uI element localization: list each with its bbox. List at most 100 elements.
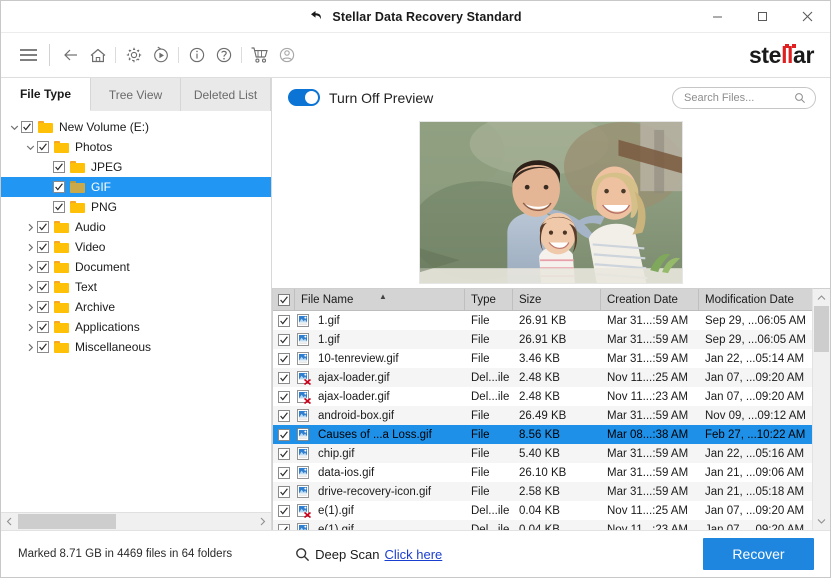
table-row[interactable]: 1.gifFile26.91 KBMar 31...:59 AMSep 29, … — [273, 311, 812, 330]
tree-item-checkbox[interactable] — [37, 221, 49, 233]
deep-scan-link[interactable]: Click here — [384, 547, 442, 562]
tree-item-photos[interactable]: Photos — [1, 137, 271, 157]
gear-icon[interactable] — [120, 40, 147, 70]
table-row[interactable]: 1.gifFile26.91 KBMar 31...:59 AMSep 29, … — [273, 330, 812, 349]
table-row[interactable]: android-box.gifFile26.49 KBMar 31...:59 … — [273, 406, 812, 425]
preview-toggle[interactable] — [288, 89, 320, 106]
close-button[interactable] — [785, 1, 830, 32]
history-replay-icon[interactable] — [147, 40, 174, 70]
scroll-left-arrow-icon[interactable] — [1, 513, 18, 530]
maximize-button[interactable] — [740, 1, 785, 32]
file-type-tree[interactable]: New Volume (E:)PhotosJPEGGIFPNGAudioVide… — [1, 111, 271, 512]
table-row[interactable]: chip.gifFile5.40 KBMar 31...:59 AMJan 22… — [273, 444, 812, 463]
tree-item-checkbox[interactable] — [53, 201, 65, 213]
tree-item-text[interactable]: Text — [1, 277, 271, 297]
scroll-down-arrow-icon[interactable] — [813, 513, 830, 530]
chevron-right-icon[interactable] — [23, 303, 37, 312]
chevron-right-icon[interactable] — [23, 263, 37, 272]
chevron-down-icon[interactable] — [23, 143, 37, 152]
back-arrow-icon[interactable] — [57, 40, 84, 70]
cart-icon[interactable] — [246, 40, 273, 70]
chevron-right-icon[interactable] — [23, 323, 37, 332]
tree-item-audio[interactable]: Audio — [1, 217, 271, 237]
table-body[interactable]: 1.gifFile26.91 KBMar 31...:59 AMSep 29, … — [273, 311, 812, 530]
table-row[interactable]: ajax-loader.gifDel...ile2.48 KBNov 11...… — [273, 368, 812, 387]
column-header-type[interactable]: Type — [465, 289, 513, 310]
row-checkbox[interactable] — [278, 391, 290, 403]
tab-deleted-list[interactable]: Deleted List — [181, 78, 271, 111]
file-list-vertical-scrollbar[interactable] — [812, 288, 830, 530]
tree-horizontal-scrollbar[interactable] — [1, 512, 271, 530]
chevron-right-icon[interactable] — [23, 283, 37, 292]
tree-item-checkbox[interactable] — [53, 181, 65, 193]
chevron-right-icon[interactable] — [23, 343, 37, 352]
chevron-right-icon[interactable] — [23, 223, 37, 232]
hamburger-menu-icon[interactable] — [15, 40, 42, 70]
help-icon[interactable] — [210, 40, 237, 70]
recover-button[interactable]: Recover — [703, 538, 814, 570]
scroll-thumb[interactable] — [18, 514, 116, 529]
scroll-track[interactable] — [18, 513, 254, 530]
row-checkbox[interactable] — [278, 486, 290, 498]
tree-item-new-volume-e[interactable]: New Volume (E:) — [1, 117, 271, 137]
row-checkbox[interactable] — [278, 372, 290, 384]
select-all-header-cell[interactable] — [273, 289, 295, 310]
row-checkbox[interactable] — [278, 448, 290, 460]
tree-item-checkbox[interactable] — [21, 121, 33, 133]
tree-item-document[interactable]: Document — [1, 257, 271, 277]
table-row[interactable]: drive-recovery-icon.gifFile2.58 KBMar 31… — [273, 482, 812, 501]
user-account-icon[interactable] — [273, 40, 300, 70]
row-checkbox-cell[interactable] — [273, 444, 295, 463]
column-header-file-name[interactable]: File Name ▲ — [295, 289, 465, 310]
chevron-right-icon[interactable] — [23, 243, 37, 252]
row-checkbox[interactable] — [278, 410, 290, 422]
table-row[interactable]: data-ios.gifFile26.10 KBMar 31...:59 AMJ… — [273, 463, 812, 482]
row-checkbox-cell[interactable] — [273, 501, 295, 520]
column-header-modification-date[interactable]: Modification Date — [699, 289, 812, 310]
table-row[interactable]: ajax-loader.gifDel...ile2.48 KBNov 11...… — [273, 387, 812, 406]
column-header-creation-date[interactable]: Creation Date — [601, 289, 699, 310]
tree-item-miscellaneous[interactable]: Miscellaneous — [1, 337, 271, 357]
scroll-right-arrow-icon[interactable] — [254, 513, 271, 530]
tree-item-png[interactable]: PNG — [1, 197, 271, 217]
row-checkbox-cell[interactable] — [273, 311, 295, 330]
table-row[interactable]: e(1).gifDel...ile0.04 KBNov 11...:23 AMJ… — [273, 520, 812, 530]
row-checkbox-cell[interactable] — [273, 387, 295, 406]
row-checkbox-cell[interactable] — [273, 482, 295, 501]
tree-item-checkbox[interactable] — [37, 141, 49, 153]
tree-item-gif[interactable]: GIF — [1, 177, 271, 197]
chevron-down-icon[interactable] — [7, 123, 21, 132]
tree-item-checkbox[interactable] — [37, 301, 49, 313]
row-checkbox-cell[interactable] — [273, 349, 295, 368]
row-checkbox[interactable] — [278, 334, 290, 346]
scroll-up-arrow-icon[interactable] — [813, 289, 830, 306]
tree-item-checkbox[interactable] — [37, 341, 49, 353]
row-checkbox[interactable] — [278, 505, 290, 517]
tree-item-applications[interactable]: Applications — [1, 317, 271, 337]
table-row[interactable]: 10-tenreview.gifFile3.46 KBMar 31...:59 … — [273, 349, 812, 368]
table-row[interactable]: e(1).gifDel...ile0.04 KBNov 11...:25 AMJ… — [273, 501, 812, 520]
scroll-track[interactable] — [813, 306, 830, 513]
minimize-button[interactable] — [695, 1, 740, 32]
row-checkbox-cell[interactable] — [273, 520, 295, 530]
row-checkbox-cell[interactable] — [273, 463, 295, 482]
tree-item-checkbox[interactable] — [37, 241, 49, 253]
tree-item-checkbox[interactable] — [37, 261, 49, 273]
column-header-size[interactable]: Size — [513, 289, 601, 310]
row-checkbox[interactable] — [278, 467, 290, 479]
row-checkbox[interactable] — [278, 524, 290, 531]
tree-item-checkbox[interactable] — [53, 161, 65, 173]
row-checkbox[interactable] — [278, 429, 290, 441]
row-checkbox[interactable] — [278, 353, 290, 365]
tree-item-jpeg[interactable]: JPEG — [1, 157, 271, 177]
row-checkbox[interactable] — [278, 315, 290, 327]
table-row[interactable]: Causes of ...a Loss.gifFile8.56 KBMar 08… — [273, 425, 812, 444]
row-checkbox-cell[interactable] — [273, 406, 295, 425]
search-box[interactable] — [672, 87, 816, 109]
tab-file-type[interactable]: File Type — [1, 78, 91, 111]
tree-item-checkbox[interactable] — [37, 281, 49, 293]
tree-item-video[interactable]: Video — [1, 237, 271, 257]
home-icon[interactable] — [84, 40, 111, 70]
select-all-checkbox[interactable] — [278, 294, 290, 306]
row-checkbox-cell[interactable] — [273, 330, 295, 349]
